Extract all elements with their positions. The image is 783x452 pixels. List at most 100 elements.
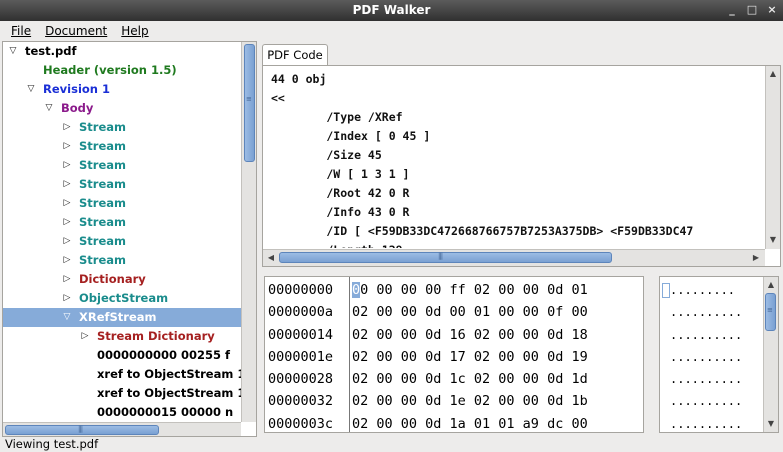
- expander-collapsed-icon[interactable]: ▷: [79, 327, 91, 346]
- hex-byte-grid[interactable]: 00 00 00 00 ff 02 00 00 0d 01 02 00 00 0d…: [351, 277, 641, 432]
- menu-file[interactable]: File: [4, 24, 38, 38]
- hex-byte-row[interactable]: 02 00 00 0d 17 02 00 00 0d 19: [352, 346, 641, 368]
- tree-item-label: XRefStream: [79, 310, 157, 324]
- tree-item[interactable]: ▷ Stream Dictionary: [3, 327, 241, 346]
- hex-offset: 00000014: [268, 326, 334, 343]
- menu-help-label: Help: [121, 24, 149, 38]
- code-horizontal-scrollbar[interactable]: ◀ ||| ▶: [263, 249, 765, 266]
- tree-item[interactable]: ▽ test.pdf: [3, 42, 241, 61]
- scroll-grip-icon: |||: [438, 252, 443, 260]
- tree-item-label: xref to ObjectStream 13: [97, 386, 254, 400]
- object-tree[interactable]: ▽ test.pdf Header (version 1.5) ▽ Revision 1…: [2, 41, 257, 437]
- pdf-code-text: 44 0 obj << /Type /XRef /Index [ 0 45 ] /…: [271, 70, 767, 248]
- hex-byte-row[interactable]: 02 00 00 0d 16 02 00 00 0d 18: [352, 324, 641, 346]
- ascii-cursor: [662, 283, 670, 298]
- tree-horizontal-scrollbar[interactable]: |||: [3, 422, 241, 436]
- expander-expanded-icon[interactable]: ▽: [61, 308, 73, 327]
- maximize-button[interactable]: □: [745, 3, 759, 17]
- hex-byte-row[interactable]: 02 00 00 0d 1e 02 00 00 0d 1b: [352, 390, 641, 412]
- tree-item[interactable]: ▷ Dictionary: [3, 270, 241, 289]
- tree-item-label: 0000000015 00000 n: [97, 405, 234, 419]
- tree-item[interactable]: ▷ ObjectStream: [3, 289, 241, 308]
- hex-byte-row[interactable]: 00 00 00 00 ff 02 00 00 0d 01: [352, 279, 641, 301]
- expander-collapsed-icon[interactable]: ▷: [61, 118, 73, 137]
- menu-document[interactable]: Document: [38, 24, 114, 38]
- expander-collapsed-icon[interactable]: ▷: [61, 289, 73, 308]
- expander-collapsed-icon[interactable]: ▷: [61, 175, 73, 194]
- code-horizontal-scroll-thumb[interactable]: |||: [279, 252, 612, 263]
- tree-item-label: ObjectStream: [79, 291, 169, 305]
- scroll-down-icon[interactable]: ▼: [766, 233, 780, 247]
- ascii-row: ..........: [670, 305, 743, 320]
- ascii-row: ..........: [670, 372, 743, 387]
- tree-item[interactable]: xref to ObjectStream 13: [3, 384, 253, 403]
- code-line: 44 0 obj: [271, 72, 327, 86]
- tree-item[interactable]: Header (version 1.5): [3, 61, 241, 80]
- tree-item[interactable]: ▷ Stream: [3, 251, 241, 270]
- expander-collapsed-icon[interactable]: ▷: [61, 137, 73, 156]
- tree-item-label: Body: [61, 101, 94, 115]
- scroll-right-icon[interactable]: ▶: [749, 251, 763, 265]
- ascii-row: ..........: [670, 349, 743, 364]
- expander-expanded-icon[interactable]: ▽: [25, 80, 37, 99]
- tree-item-label: Stream: [79, 139, 126, 153]
- tree-horizontal-scroll-thumb[interactable]: |||: [5, 425, 159, 435]
- tab-pdf-code[interactable]: PDF Code: [262, 44, 328, 66]
- tree-item[interactable]: ▷ Stream: [3, 232, 241, 251]
- code-line: /Root 42 0 R: [271, 186, 410, 200]
- scroll-left-icon[interactable]: ◀: [264, 251, 278, 265]
- tree-item-label: Stream: [79, 234, 126, 248]
- hex-byte-row[interactable]: 02 00 00 0d 1c 02 00 00 0d 1d: [352, 368, 641, 390]
- tree-item[interactable]: ▽ XRefStream: [3, 308, 241, 327]
- hex-offset: 00000032: [268, 393, 334, 410]
- tree-item[interactable]: ▽ Body: [3, 99, 241, 118]
- menu-help[interactable]: Help: [114, 24, 155, 38]
- expander-expanded-icon[interactable]: ▽: [43, 99, 55, 118]
- scroll-up-icon[interactable]: ▲: [764, 278, 778, 292]
- tree-item-label: Stream Dictionary: [97, 329, 215, 343]
- tree-item-label: xref to ObjectStream 13: [97, 367, 254, 381]
- expander-collapsed-icon[interactable]: ▷: [61, 156, 73, 175]
- code-line: /W [ 1 3 1 ]: [271, 167, 410, 181]
- expander-expanded-icon[interactable]: ▽: [7, 42, 19, 61]
- tree-item[interactable]: ▷ Stream: [3, 156, 241, 175]
- menu-file-label: File: [11, 24, 32, 38]
- expander-collapsed-icon[interactable]: ▷: [61, 251, 73, 270]
- ascii-vertical-scrollbar[interactable]: ▲ ≡ ▼: [763, 277, 778, 432]
- tree-item[interactable]: 0000000015 00000 n: [3, 403, 241, 422]
- tree-item[interactable]: 0000000000 00255 f: [3, 346, 241, 365]
- scroll-grip-icon: ≡: [767, 306, 773, 314]
- hex-byte-row[interactable]: 02 00 00 0d 00 01 00 00 0f 00: [352, 301, 641, 323]
- tree-item-label: Stream: [79, 177, 126, 191]
- expander-collapsed-icon[interactable]: ▷: [61, 194, 73, 213]
- code-vertical-scrollbar[interactable]: ▲ ▼: [765, 66, 780, 249]
- tree-item[interactable]: ▽ Revision 1: [3, 80, 241, 99]
- hex-byte-row[interactable]: 02 00 00 0d 1a 01 01 a9 dc 00: [352, 413, 641, 432]
- hex-offset: 0000003c: [268, 415, 334, 432]
- tree-item[interactable]: ▷ Stream: [3, 118, 241, 137]
- tree-item[interactable]: ▷ Stream: [3, 213, 241, 232]
- ascii-vertical-scroll-thumb[interactable]: ≡: [765, 293, 776, 331]
- tree-vertical-scrollbar[interactable]: ≡: [241, 42, 256, 422]
- scroll-up-icon[interactable]: ▲: [766, 67, 780, 81]
- code-line: /ID [ <F59DB33DC472668766757B7253A375DB>…: [271, 224, 694, 238]
- ascii-row: ..........: [670, 394, 743, 409]
- tree-item[interactable]: ▷ Stream: [3, 194, 241, 213]
- hex-offset: 0000001e: [268, 348, 334, 365]
- minimize-button[interactable]: _: [725, 3, 739, 17]
- expander-collapsed-icon[interactable]: ▷: [61, 232, 73, 251]
- ascii-row: ..........: [670, 416, 743, 431]
- ascii-row: ..........: [670, 327, 743, 342]
- tree-item[interactable]: xref to ObjectStream 13: [3, 365, 253, 384]
- hex-view[interactable]: 00000000 0000000a 00000014 0000001e 00000028…: [264, 276, 644, 433]
- ascii-view[interactable]: ........................................…: [659, 276, 779, 433]
- scroll-down-icon[interactable]: ▼: [764, 417, 778, 431]
- pdf-code-view[interactable]: 44 0 obj << /Type /XRef /Index [ 0 45 ] /…: [262, 65, 781, 267]
- expander-collapsed-icon[interactable]: ▷: [61, 213, 73, 232]
- close-button[interactable]: ×: [765, 3, 779, 17]
- scroll-grip-icon: ≡: [246, 95, 252, 103]
- tree-item[interactable]: ▷ Stream: [3, 137, 241, 156]
- expander-collapsed-icon[interactable]: ▷: [61, 270, 73, 289]
- tree-vertical-scroll-thumb[interactable]: ≡: [244, 44, 255, 162]
- tree-item[interactable]: ▷ Stream: [3, 175, 241, 194]
